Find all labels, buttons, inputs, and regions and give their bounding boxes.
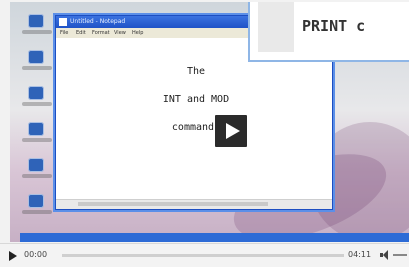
- desktop-icon: [28, 194, 44, 208]
- seek-bar[interactable]: [62, 254, 344, 257]
- volume-icon[interactable]: [380, 250, 390, 260]
- notepad-icon: [59, 18, 67, 26]
- menu-view[interactable]: View: [114, 29, 126, 37]
- duration: 04:11: [348, 250, 372, 259]
- zoom-popup: PRINT c: [248, 2, 409, 62]
- desktop-icon-label: [22, 138, 52, 142]
- document-line: commands: [171, 122, 221, 133]
- desktop-icons: [22, 14, 52, 229]
- popup-gutter: [258, 2, 294, 52]
- desktop-icon-label: [22, 102, 52, 106]
- current-time: 00:00: [24, 250, 48, 259]
- desktop-icon-label: [22, 30, 52, 34]
- video-player: Untitled - Notepad File Edit Format View…: [0, 0, 409, 267]
- scrollbar-thumb[interactable]: [78, 202, 268, 206]
- desktop-icon: [28, 122, 44, 136]
- menu-file[interactable]: File: [60, 29, 68, 37]
- desktop-icon-label: [22, 66, 52, 70]
- taskbar: [20, 233, 409, 242]
- window-title: Untitled - Notepad: [70, 18, 126, 25]
- play-overlay-icon[interactable]: [215, 115, 247, 147]
- menu-edit[interactable]: Edit: [76, 29, 86, 37]
- desktop-icon: [28, 86, 44, 100]
- player-controls: 00:00 04:11: [0, 243, 409, 267]
- menu-format[interactable]: Format: [92, 29, 110, 37]
- document-line: INT and MOD: [162, 94, 230, 105]
- volume-slider[interactable]: [393, 254, 407, 256]
- document-line: The: [186, 66, 206, 77]
- desktop-icon: [28, 50, 44, 64]
- menu-help[interactable]: Help: [132, 29, 143, 37]
- desktop-icon-label: [22, 210, 52, 214]
- desktop-icon: [28, 14, 44, 28]
- horizontal-scrollbar[interactable]: [56, 199, 332, 209]
- video-frame[interactable]: Untitled - Notepad File Edit Format View…: [10, 2, 409, 242]
- desktop-icon: [28, 158, 44, 172]
- popup-text: PRINT c: [302, 17, 366, 35]
- play-icon[interactable]: [9, 251, 17, 261]
- desktop-icon-label: [22, 174, 52, 178]
